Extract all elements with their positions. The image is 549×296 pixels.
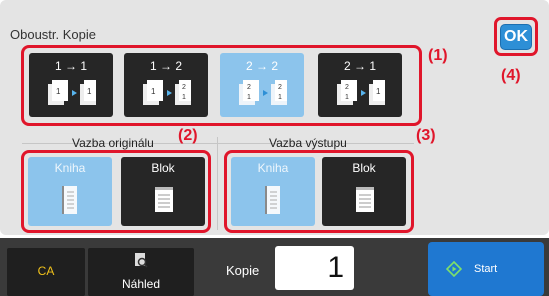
ok-button[interactable]: OK — [500, 24, 532, 50]
mode-label: 2 → 1 — [343, 59, 376, 73]
preview-button[interactable]: Náhled — [88, 248, 194, 296]
mode-label: 1 → 1 — [54, 59, 87, 73]
mode-1-to-2-button[interactable]: 1 → 2 1 2 1 — [124, 53, 208, 117]
mode-label: 2 → 2 — [245, 59, 278, 73]
svg-text:1: 1 — [87, 87, 92, 96]
start-label: Start — [474, 263, 498, 275]
output-binding-tablet-button[interactable]: Blok — [322, 157, 406, 226]
clear-all-button[interactable]: CA — [7, 248, 85, 296]
svg-text:1: 1 — [151, 87, 156, 96]
preview-magnifier-icon — [135, 253, 148, 268]
svg-text:1: 1 — [376, 87, 381, 96]
svg-text:1: 1 — [278, 94, 282, 101]
preview-label: Náhled — [121, 277, 161, 291]
binding-option-label: Blok — [352, 161, 376, 175]
mode-2-to-2-button[interactable]: 2 → 2 2 1 2 1 — [220, 53, 304, 117]
svg-text:1: 1 — [182, 94, 186, 101]
callout-output-binding: (3) — [416, 127, 436, 144]
start-button[interactable]: Start — [428, 242, 544, 296]
binding-option-label: Kniha — [54, 161, 86, 175]
book-binding-icon — [265, 186, 280, 214]
panel-title: Oboustr. Kopie — [10, 27, 96, 42]
binding-option-label: Blok — [151, 161, 175, 175]
mode-2-to-1-button[interactable]: 2 → 1 2 1 1 — [318, 53, 402, 117]
one-sided-to-one-sided-icon: 1 1 — [48, 80, 96, 105]
one-sided-to-two-sided-icon: 1 2 1 — [143, 80, 191, 105]
original-binding-label: Vazba originálu — [72, 136, 154, 150]
callout-modes: (1) — [428, 47, 448, 64]
tablet-binding-icon — [356, 187, 374, 212]
svg-text:1: 1 — [345, 94, 349, 101]
svg-text:2: 2 — [182, 84, 186, 91]
svg-text:1: 1 — [56, 87, 61, 96]
copies-count-field[interactable]: 1 — [275, 246, 354, 290]
original-binding-book-button[interactable]: Kniha — [28, 157, 112, 226]
mode-label: 1 → 2 — [149, 59, 182, 73]
two-sided-to-two-sided-icon: 2 1 2 1 — [239, 80, 287, 105]
svg-text:2: 2 — [345, 84, 349, 91]
callout-original-binding: (2) — [178, 127, 198, 144]
binding-separator — [217, 137, 218, 230]
original-binding-tablet-button[interactable]: Blok — [121, 157, 205, 226]
output-binding-book-button[interactable]: Kniha — [231, 157, 315, 226]
tablet-binding-icon — [155, 187, 173, 212]
book-binding-icon — [62, 186, 77, 214]
mode-1-to-1-button[interactable]: 1 → 1 1 1 — [29, 53, 113, 117]
copies-label: Kopie — [226, 263, 260, 278]
svg-text:2: 2 — [278, 84, 282, 91]
start-diamond-icon — [446, 261, 462, 277]
callout-ok: (4) — [501, 67, 521, 84]
svg-text:2: 2 — [247, 84, 251, 91]
output-binding-label: Vazba výstupu — [269, 136, 347, 150]
binding-option-label: Kniha — [257, 161, 289, 175]
svg-text:1: 1 — [247, 94, 251, 101]
two-sided-to-one-sided-icon: 2 1 1 — [337, 80, 385, 105]
duplex-copy-panel: Oboustr. Kopie OK (4) (1) 1 → 1 1 1 1 → … — [0, 0, 549, 235]
